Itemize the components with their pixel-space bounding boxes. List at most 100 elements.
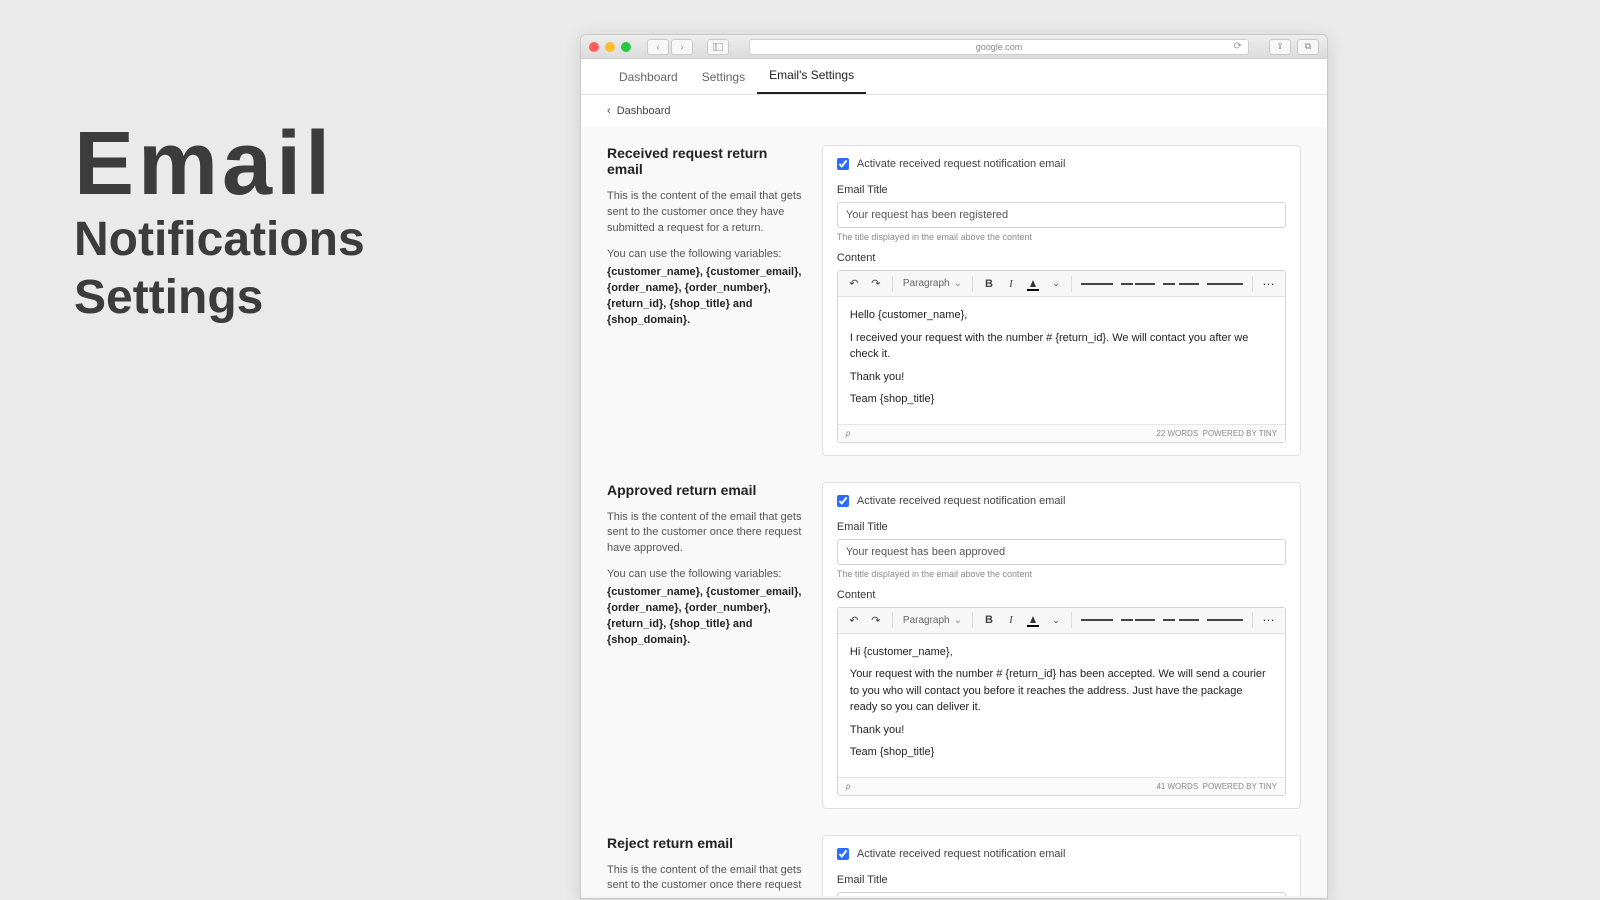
traffic-lights	[589, 42, 631, 52]
hero-line1: Email	[74, 122, 365, 208]
page-body: Received request return email This is th…	[581, 127, 1327, 896]
redo-button[interactable]: ↷	[866, 274, 886, 294]
chevron-left-icon: ‹	[607, 105, 611, 117]
align-center-button[interactable]	[1118, 274, 1158, 294]
align-justify-button[interactable]	[1204, 610, 1246, 630]
text-color-button[interactable]	[1023, 610, 1043, 630]
activate-label: Activate received request notification e…	[857, 158, 1066, 170]
rich-text-editor: ↶ ↷ Paragraph B I ⋯ H	[837, 270, 1286, 443]
editor-stats: 22 WORDS POWERED BY TINY	[1156, 429, 1277, 438]
italic-button[interactable]: I	[1001, 610, 1021, 630]
editor-path: p	[846, 429, 850, 438]
browser-window: ‹ › google.com ⟳ ⇪ ⧉ Dashboard Settings …	[580, 34, 1328, 899]
email-title-input[interactable]	[837, 539, 1286, 565]
redo-button[interactable]: ↷	[866, 610, 886, 630]
undo-button[interactable]: ↶	[844, 274, 864, 294]
section-description: Reject return email This is the content …	[607, 835, 802, 897]
settings-card: Activate received request notification e…	[822, 482, 1301, 809]
email-title-label: Email Title	[837, 521, 1286, 533]
content-line: Hi {customer_name},	[850, 644, 1273, 661]
content-label: Content	[837, 589, 1286, 601]
align-right-button[interactable]	[1160, 610, 1202, 630]
maximize-window-icon[interactable]	[621, 42, 631, 52]
email-title-helper: The title displayed in the email above t…	[837, 232, 1286, 242]
refresh-icon[interactable]: ⟳	[1234, 41, 1242, 52]
editor-content[interactable]: Hi {customer_name}, Your request with the…	[838, 634, 1285, 777]
content-line: Your request with the number # {return_i…	[850, 666, 1273, 716]
tabs-button[interactable]: ⧉	[1297, 39, 1319, 55]
close-window-icon[interactable]	[589, 42, 599, 52]
tab-dashboard[interactable]: Dashboard	[607, 70, 690, 94]
editor-footer: p 41 WORDS POWERED BY TINY	[838, 777, 1285, 795]
email-title-label: Email Title	[837, 184, 1286, 196]
italic-button[interactable]: I	[1001, 274, 1021, 294]
align-justify-button[interactable]	[1204, 274, 1246, 294]
settings-card: Activate received request notification e…	[822, 835, 1301, 897]
section-description: Approved return email This is the conten…	[607, 482, 802, 809]
vars-list: {customer_name}, {customer_email}, {orde…	[607, 585, 802, 649]
align-left-button[interactable]	[1078, 274, 1116, 294]
activate-label: Activate received request notification e…	[857, 495, 1066, 507]
forward-button[interactable]: ›	[671, 39, 693, 55]
content-line: Thank you!	[850, 369, 1273, 386]
email-title-label: Email Title	[837, 874, 1286, 886]
more-button[interactable]: ⋯	[1259, 274, 1279, 294]
rich-text-editor: ↶ ↷ Paragraph B I ⋯ H	[837, 607, 1286, 796]
email-title-helper: The title displayed in the email above t…	[837, 569, 1286, 579]
email-title-input[interactable]	[837, 892, 1286, 897]
settings-section: Approved return email This is the conten…	[607, 482, 1301, 809]
content-line: Team {shop_title}	[850, 391, 1273, 408]
content-line: I received your request with the number …	[850, 330, 1273, 363]
text-color-dropdown[interactable]	[1045, 274, 1065, 294]
hero-line2: Notifications	[74, 214, 365, 267]
section-desc: This is the content of the email that ge…	[607, 510, 802, 558]
sidebar-toggle-button[interactable]	[707, 39, 729, 55]
content-line: Thank you!	[850, 722, 1273, 739]
back-button[interactable]: ‹	[647, 39, 669, 55]
format-select[interactable]: Paragraph	[899, 610, 966, 630]
bold-button[interactable]: B	[979, 274, 999, 294]
section-desc: This is the content of the email that ge…	[607, 189, 802, 237]
hero-text: Email Notifications Settings	[74, 122, 365, 325]
align-center-button[interactable]	[1118, 610, 1158, 630]
browser-titlebar: ‹ › google.com ⟳ ⇪ ⧉	[581, 35, 1327, 59]
activate-row: Activate received request notification e…	[837, 848, 1286, 860]
editor-toolbar: ↶ ↷ Paragraph B I ⋯	[838, 608, 1285, 634]
address-bar-text: google.com	[976, 42, 1023, 52]
vars-intro: You can use the following variables:	[607, 567, 802, 583]
activate-row: Activate received request notification e…	[837, 495, 1286, 507]
section-title: Received request return email	[607, 145, 802, 177]
breadcrumb[interactable]: ‹ Dashboard	[581, 95, 1327, 127]
share-button[interactable]: ⇪	[1269, 39, 1291, 55]
email-title-input[interactable]	[837, 202, 1286, 228]
text-color-dropdown[interactable]	[1045, 610, 1065, 630]
undo-button[interactable]: ↶	[844, 610, 864, 630]
breadcrumb-text: Dashboard	[617, 105, 671, 117]
titlebar-right-icons: ⇪ ⧉	[1269, 39, 1319, 55]
editor-footer: p 22 WORDS POWERED BY TINY	[838, 424, 1285, 442]
editor-stats: 41 WORDS POWERED BY TINY	[1156, 782, 1277, 791]
format-select[interactable]: Paragraph	[899, 274, 966, 294]
align-right-button[interactable]	[1160, 274, 1202, 294]
tab-settings[interactable]: Settings	[690, 70, 757, 94]
editor-content[interactable]: Hello {customer_name},I received your re…	[838, 297, 1285, 424]
settings-section: Received request return email This is th…	[607, 145, 1301, 456]
more-button[interactable]: ⋯	[1259, 610, 1279, 630]
tab-emails-settings[interactable]: Email's Settings	[757, 68, 866, 94]
address-bar[interactable]: google.com ⟳	[749, 39, 1249, 55]
align-left-button[interactable]	[1078, 610, 1116, 630]
vars-list: {customer_name}, {customer_email}, {orde…	[607, 265, 802, 329]
section-title: Reject return email	[607, 835, 802, 851]
activate-label: Activate received request notification e…	[857, 848, 1066, 860]
section-title: Approved return email	[607, 482, 802, 498]
minimize-window-icon[interactable]	[605, 42, 615, 52]
activate-checkbox[interactable]	[837, 158, 849, 170]
activate-checkbox[interactable]	[837, 495, 849, 507]
text-color-button[interactable]	[1023, 274, 1043, 294]
bold-button[interactable]: B	[979, 610, 999, 630]
activate-row: Activate received request notification e…	[837, 158, 1286, 170]
activate-checkbox[interactable]	[837, 848, 849, 860]
section-description: Received request return email This is th…	[607, 145, 802, 456]
editor-toolbar: ↶ ↷ Paragraph B I ⋯	[838, 271, 1285, 297]
content-label: Content	[837, 252, 1286, 264]
